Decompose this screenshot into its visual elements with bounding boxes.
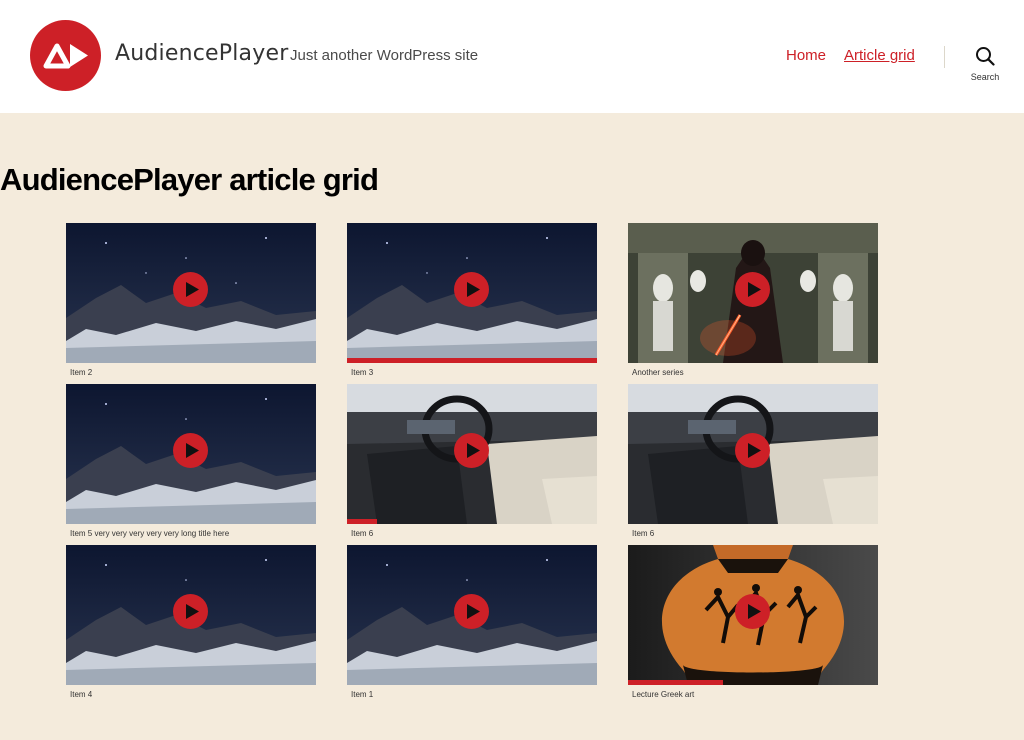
card-title[interactable]: Item 6	[632, 529, 654, 538]
site-header: AudiencePlayer Just another WordPress si…	[0, 0, 1024, 113]
search-label: Search	[970, 72, 1000, 82]
play-icon[interactable]	[173, 433, 208, 468]
card-title[interactable]: Item 3	[351, 368, 373, 377]
card-thumbnail[interactable]	[347, 223, 597, 363]
card-title[interactable]: Another series	[632, 368, 684, 377]
grid-card[interactable]: Another series	[628, 223, 878, 378]
grid-card[interactable]: Item 5 very very very very very long tit…	[66, 384, 316, 539]
card-thumbnail[interactable]	[347, 384, 597, 524]
card-thumbnail[interactable]	[347, 545, 597, 685]
grid-card[interactable]: Item 6	[347, 384, 597, 539]
grid-card[interactable]: Item 2	[66, 223, 316, 378]
card-title[interactable]: Lecture Greek art	[632, 690, 694, 699]
play-icon[interactable]	[173, 272, 208, 307]
card-thumbnail[interactable]	[628, 384, 878, 524]
grid-card[interactable]: Item 1	[347, 545, 597, 700]
card-title[interactable]: Item 1	[351, 690, 373, 699]
play-icon[interactable]	[173, 594, 208, 629]
search-button[interactable]: Search	[964, 46, 1006, 86]
card-thumbnail[interactable]	[66, 384, 316, 524]
card-title[interactable]: Item 2	[70, 368, 92, 377]
grid-card[interactable]: Item 4	[66, 545, 316, 700]
nav-divider	[944, 46, 945, 68]
play-icon[interactable]	[735, 272, 770, 307]
grid-card[interactable]: Item 3	[347, 223, 597, 378]
site-brand-name[interactable]: AudiencePlayer	[115, 41, 288, 66]
play-icon[interactable]	[454, 433, 489, 468]
play-icon[interactable]	[454, 272, 489, 307]
card-thumbnail[interactable]	[628, 545, 878, 685]
card-title[interactable]: Item 6	[351, 529, 373, 538]
nav-home-link[interactable]: Home	[786, 47, 826, 64]
grid-card[interactable]: Item 6	[628, 384, 878, 539]
card-thumbnail[interactable]	[628, 223, 878, 363]
card-title[interactable]: Item 5 very very very very very long tit…	[70, 529, 229, 538]
watch-progress-bar	[347, 519, 377, 524]
card-thumbnail[interactable]	[66, 545, 316, 685]
card-thumbnail[interactable]	[66, 223, 316, 363]
site-tagline: Just another WordPress site	[290, 47, 479, 64]
page-title: AudiencePlayer article grid	[0, 162, 379, 197]
play-icon[interactable]	[735, 594, 770, 629]
audienceplayer-logo-icon[interactable]	[30, 20, 101, 91]
search-icon	[976, 47, 995, 66]
play-icon[interactable]	[454, 594, 489, 629]
card-title[interactable]: Item 4	[70, 690, 92, 699]
nav-article-grid-link[interactable]: Article grid	[844, 47, 915, 64]
watch-progress-bar	[347, 358, 597, 363]
watch-progress-bar	[628, 680, 723, 685]
play-icon[interactable]	[735, 433, 770, 468]
grid-card[interactable]: Lecture Greek art	[628, 545, 878, 700]
